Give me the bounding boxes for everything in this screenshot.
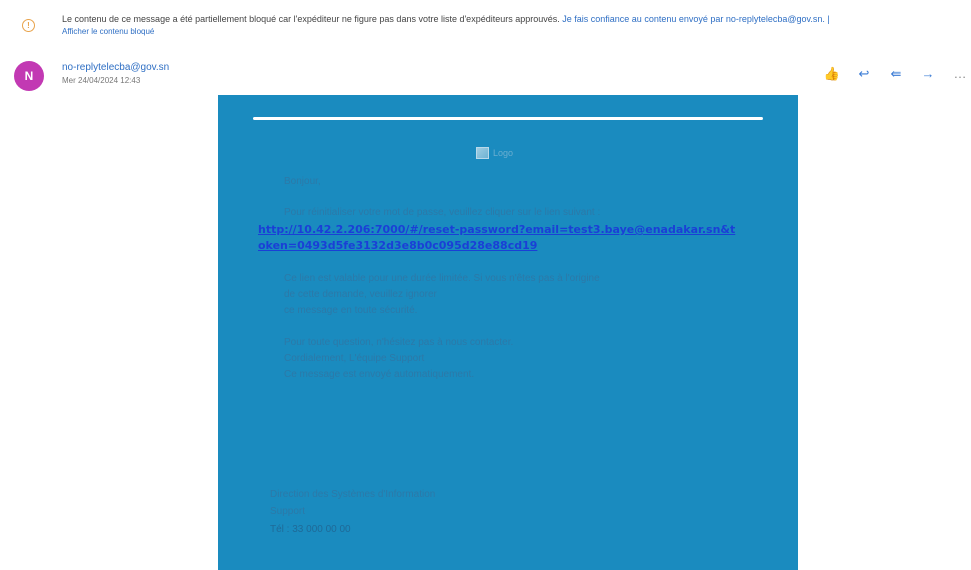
blocked-content-text: Le contenu de ce message a été partielle… (62, 14, 560, 24)
info-line: de cette demande, veuillez ignorer (284, 289, 437, 300)
broken-image-icon (476, 147, 489, 159)
blocked-content-message: Le contenu de ce message a été partielle… (62, 14, 962, 25)
info-line: ce message en toute sécurité. (284, 305, 418, 316)
email-body: Logo Bonjour, Pour réinitialiser votre m… (218, 95, 798, 570)
forward-button[interactable]: → (919, 66, 937, 82)
more-button[interactable]: … (951, 66, 969, 82)
signature-line: Support (270, 506, 306, 517)
contact-line: Pour toute question, n'hésitez pas à nou… (284, 337, 514, 348)
sender-avatar[interactable]: N (14, 61, 44, 91)
contact-line: Cordialement, L'équipe Support (284, 353, 425, 364)
message-date: Mer 24/04/2024 12:43 (62, 76, 141, 85)
like-button[interactable]: 👍 (823, 66, 841, 82)
blocked-content-banner: ! Le contenu de ce message a été partiel… (0, 0, 971, 44)
sender-address[interactable]: no-replytelecba@gov.sn (62, 62, 169, 73)
greeting: Bonjour, (284, 176, 321, 187)
reply-all-button[interactable]: ⇚ (887, 66, 905, 82)
logo-alt-text: Logo (493, 148, 514, 158)
contact-line: Ce message est envoyé automatiquement. (284, 369, 475, 380)
show-blocked-content-link[interactable]: Afficher le contenu bloqué (62, 27, 154, 36)
message-actions: 👍 ↩ ⇚ → … (823, 66, 969, 82)
reset-password-link[interactable]: http://10.42.2.206:7000/#/reset-password… (258, 222, 738, 254)
info-circle-icon: ! (22, 19, 35, 32)
trust-sender-link[interactable]: Je fais confiance au contenu envoyé par … (562, 14, 829, 24)
header-divider (253, 117, 763, 120)
reply-button[interactable]: ↩ (855, 66, 873, 82)
logo-image: Logo (476, 147, 513, 159)
signature-phone: Tél : 33 000 00 00 (270, 524, 351, 535)
intro-text: Pour réinitialiser votre mot de passe, v… (284, 207, 601, 218)
signature-line: Direction des Systèmes d'Information (270, 489, 436, 500)
info-line: Ce lien est valable pour une durée limit… (284, 273, 600, 284)
